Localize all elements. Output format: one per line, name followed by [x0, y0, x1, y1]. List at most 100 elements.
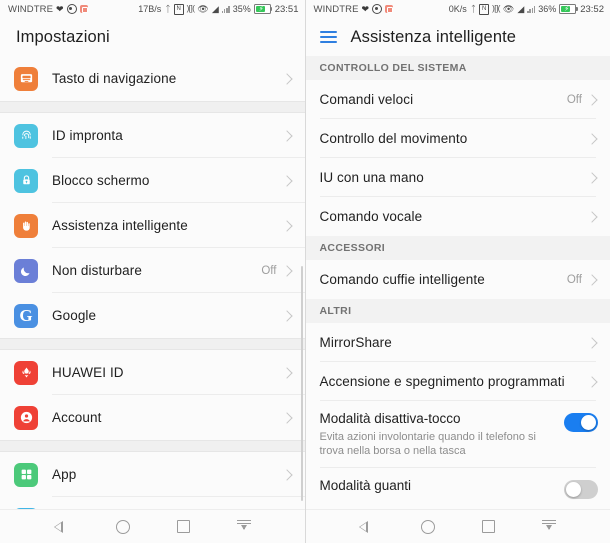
section-header: ALTRI: [305, 299, 610, 323]
chevron-right-icon: [586, 171, 598, 184]
settings-row-label: Blocco schermo: [52, 173, 150, 188]
settings-row-autorizzazioni[interactable]: Autorizzazioni: [0, 497, 305, 509]
settings-group: Tasto di navigazione: [0, 56, 305, 101]
page-title: Impostazioni: [16, 27, 110, 46]
settings-row-label: MirrorShare: [319, 335, 392, 350]
settings-row-non-disturbare[interactable]: Non disturbare Off: [0, 248, 305, 293]
heart-icon: ❤: [361, 3, 370, 14]
right-phone-screen: WINDTRE ❤ 0K/s ᛏ N )[]( 👁 ◢ 36% ⚡ 23:52: [305, 0, 610, 543]
google-icon: G: [14, 303, 38, 328]
settings-row-label: Account: [52, 410, 102, 425]
status-bar-left: WINDTRE ❤ 17B/s ᛏ N )[]( 👁 ◢ 35% ⚡ 23:51: [0, 0, 305, 18]
settings-group: HUAWEI ID Account: [0, 350, 305, 440]
settings-row-label: App: [52, 467, 77, 482]
settings-row-comandi-veloci[interactable]: Comandi veloci Off: [305, 80, 610, 119]
battery-icon: ⚡: [253, 4, 273, 14]
settings-row-label: Google: [52, 308, 97, 323]
chevron-right-icon: [280, 174, 293, 187]
recents-icon[interactable]: [482, 520, 496, 533]
settings-row-label: Tasto di navigazione: [52, 71, 177, 86]
group-separator: [0, 338, 305, 350]
heart-icon: ❤: [56, 3, 64, 14]
battery-percent-label: 35%: [232, 4, 251, 14]
settings-row-tasto-di-navigazione[interactable]: Tasto di navigazione: [0, 56, 305, 101]
chevron-right-icon: [586, 132, 598, 145]
home-icon[interactable]: [421, 519, 436, 534]
settings-row-accensione-e-spegnimento-programmati[interactable]: Accensione e spegnimento programmati: [305, 362, 610, 401]
settings-row-app[interactable]: App: [0, 452, 305, 497]
navigation-bar-left: [0, 509, 305, 543]
eye-comfort-icon: 👁: [197, 3, 209, 14]
section-header: ACCESSORI: [305, 236, 610, 260]
app-badge-icon: [385, 5, 394, 13]
carrier-label: WINDTRE: [8, 3, 54, 15]
settings-row-label: Assistenza intelligente: [52, 218, 188, 233]
page-title: Assistenza intelligente: [350, 27, 517, 46]
key-icon: [14, 507, 38, 509]
settings-row-assistenza-intelligente[interactable]: Assistenza intelligente: [0, 203, 305, 248]
chevron-right-icon: [280, 72, 293, 85]
settings-row-label: ID impronta: [52, 128, 123, 143]
hand-icon: [14, 213, 38, 238]
settings-row-iu-con-una-mano[interactable]: IU con una mano: [305, 158, 610, 197]
settings-list[interactable]: Tasto di navigazione ID impronta Blocco sc…: [0, 56, 305, 509]
settings-row-comando-vocale[interactable]: Comando vocale: [305, 197, 610, 236]
network-speed-label: 17B/s: [138, 4, 162, 14]
recording-icon: [66, 4, 77, 14]
chevron-right-icon: [280, 366, 293, 379]
assistance-list[interactable]: CONTROLLO DEL SISTEMA Comandi veloci Off Co…: [305, 56, 610, 509]
settings-row-account[interactable]: Account: [0, 395, 305, 440]
bluetooth-icon: ᛏ: [470, 3, 477, 14]
clock-label: 23:52: [580, 3, 604, 15]
chevron-right-icon: [280, 411, 293, 424]
settings-row-modalit-guanti[interactable]: Modalità guanti: [305, 468, 610, 509]
recording-icon: [372, 4, 383, 14]
settings-row-subtitle: Evita azioni involontarie quando il tele…: [319, 431, 536, 457]
scrollbar-left[interactable]: [300, 266, 303, 501]
fingerprint-icon: [14, 123, 38, 148]
wifi-icon: ◢: [211, 3, 219, 14]
settings-row-comando-cuffie-intelligente[interactable]: Comando cuffie intelligente Off: [305, 260, 610, 299]
left-title-bar: Impostazioni: [0, 18, 305, 56]
settings-row-controllo-del-movimento[interactable]: Controllo del movimento: [305, 119, 610, 158]
settings-row-blocco-schermo[interactable]: Blocco schermo: [0, 158, 305, 203]
lock-icon: [14, 168, 38, 193]
settings-row-huawei-id[interactable]: HUAWEI ID: [0, 350, 305, 395]
settings-row-modalit-disattiva-tocco[interactable]: Modalità disattiva-tocco Evita azioni inv…: [305, 401, 610, 468]
moon-icon: [14, 258, 38, 283]
signal-icon: [221, 5, 230, 13]
hamburger-menu-icon[interactable]: [319, 31, 337, 43]
huawei-logo-icon: [14, 360, 38, 385]
hide-navbar-icon[interactable]: [236, 520, 251, 533]
apps-grid-icon: [14, 462, 38, 487]
dual-screenshot: WINDTRE ❤ 17B/s ᛏ N )[]( 👁 ◢ 35% ⚡ 23:51: [0, 0, 610, 543]
chevron-right-icon: [280, 264, 293, 277]
left-phone-screen: WINDTRE ❤ 17B/s ᛏ N )[]( 👁 ◢ 35% ⚡ 23:51: [0, 0, 305, 543]
settings-group: ID impronta Blocco schermo Assistenza inte…: [0, 113, 305, 338]
chevron-right-icon: [586, 375, 598, 388]
settings-row-value: Off: [566, 273, 582, 286]
settings-row-value: Off: [261, 264, 277, 277]
recents-icon[interactable]: [176, 520, 190, 533]
hide-navbar-icon[interactable]: [542, 520, 557, 533]
right-title-bar: Assistenza intelligente: [305, 18, 610, 56]
settings-row-mirrorshare[interactable]: MirrorShare: [305, 323, 610, 362]
settings-row-label: Comandi veloci: [319, 92, 414, 107]
back-icon[interactable]: [359, 520, 374, 533]
vibrate-icon: )[](: [186, 4, 195, 13]
toggle-switch[interactable]: [564, 480, 598, 499]
settings-row-label: Accensione e spegnimento programmati: [319, 374, 565, 389]
back-icon[interactable]: [53, 520, 69, 533]
settings-row-google[interactable]: G Google: [0, 293, 305, 338]
settings-row-label: Controllo del movimento: [319, 131, 468, 146]
navigation-bar-right: [305, 509, 610, 543]
toggle-switch[interactable]: [564, 413, 598, 432]
bluetooth-icon: ᛏ: [165, 3, 171, 14]
home-icon[interactable]: [115, 519, 130, 534]
settings-row-label: Comando cuffie intelligente: [319, 272, 485, 287]
battery-percent-label: 36%: [538, 4, 557, 14]
clock-label: 23:51: [274, 3, 299, 15]
settings-row-id-impronta[interactable]: ID impronta: [0, 113, 305, 158]
settings-row-label: HUAWEI ID: [52, 365, 124, 380]
chevron-right-icon: [586, 273, 598, 286]
